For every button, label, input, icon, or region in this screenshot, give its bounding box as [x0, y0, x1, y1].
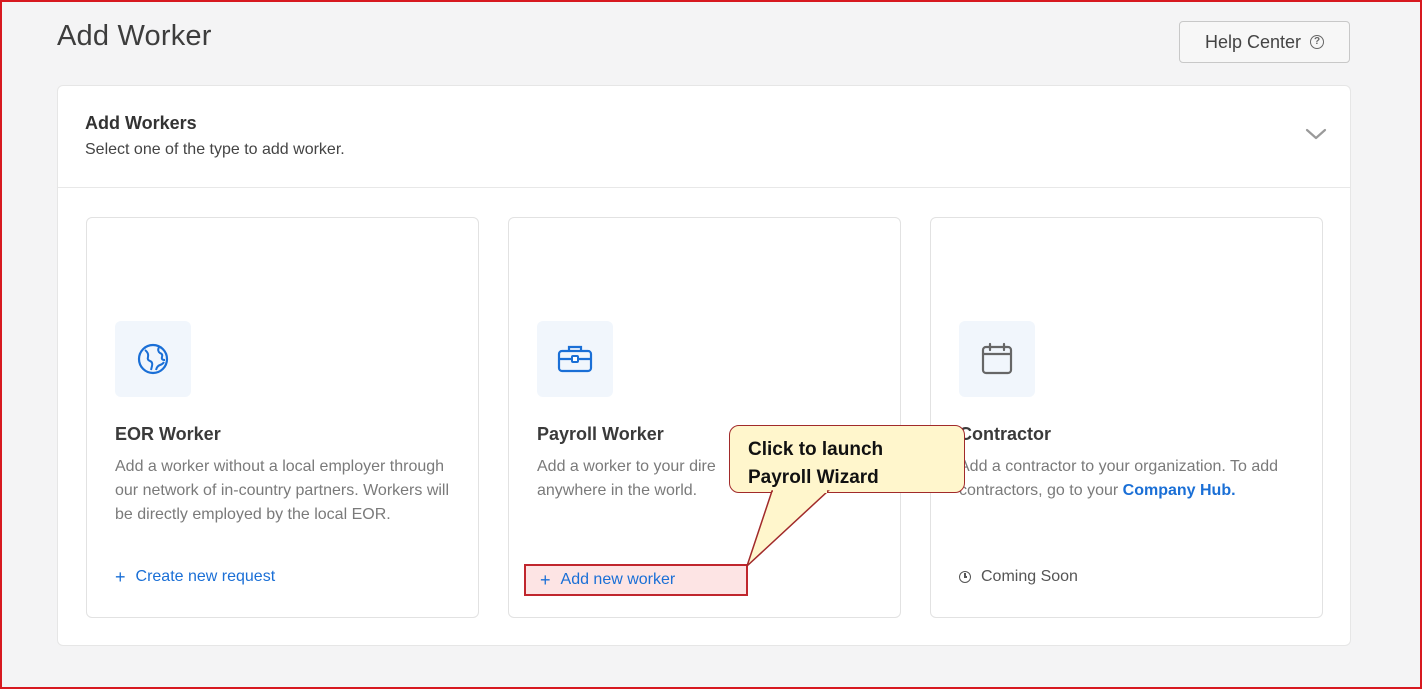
plus-icon: +: [115, 567, 126, 587]
add-workers-panel: Add Workers Select one of the type to ad…: [57, 85, 1351, 646]
briefcase-icon: [537, 321, 613, 397]
create-new-request-label: Create new request: [135, 568, 276, 585]
panel-header: Add Workers Select one of the type to ad…: [58, 86, 1350, 188]
card-eor-worker: EOR Worker Add a worker without a local …: [86, 217, 479, 618]
panel-title: Add Workers: [85, 113, 197, 133]
card-title: Contractor: [959, 424, 1052, 444]
calendar-icon: [959, 321, 1035, 397]
card-description: Add a worker without a local employer th…: [115, 458, 450, 523]
clock-icon: [959, 571, 971, 583]
card-title: Payroll Worker: [537, 424, 664, 444]
globe-icon: [115, 321, 191, 397]
coming-soon-status: Coming Soon: [959, 568, 1078, 586]
chevron-down-icon[interactable]: [1304, 126, 1328, 142]
coming-soon-label: Coming Soon: [981, 568, 1078, 585]
help-center-label: Help Center: [1204, 31, 1302, 52]
plus-icon: +: [540, 570, 551, 590]
card-title: EOR Worker: [115, 424, 221, 444]
card-description: Add a contractor to your organization. T…: [959, 458, 1279, 499]
card-contractor: Contractor Add a contractor to your orga…: [930, 217, 1323, 618]
company-hub-link[interactable]: Company Hub.: [1123, 482, 1236, 499]
card-payroll-worker: Payroll Worker Add a worker to your dire…: [508, 217, 901, 618]
help-center-button[interactable]: Help Center ?: [1179, 21, 1350, 63]
callout-line-2: Payroll Wizard: [748, 467, 879, 488]
callout-line-1: Click to launch: [748, 439, 884, 460]
create-new-request-button[interactable]: + Create new request: [115, 568, 275, 586]
add-new-worker-label: Add new worker: [560, 571, 676, 588]
panel-subtitle: Select one of the type to add worker.: [85, 141, 345, 158]
callout-note: Click to launch Payroll Wizard: [729, 425, 965, 493]
help-circle-icon: ?: [1310, 35, 1325, 49]
add-new-worker-button[interactable]: + Add new worker: [524, 564, 748, 596]
page-title: Add Worker: [57, 20, 212, 52]
